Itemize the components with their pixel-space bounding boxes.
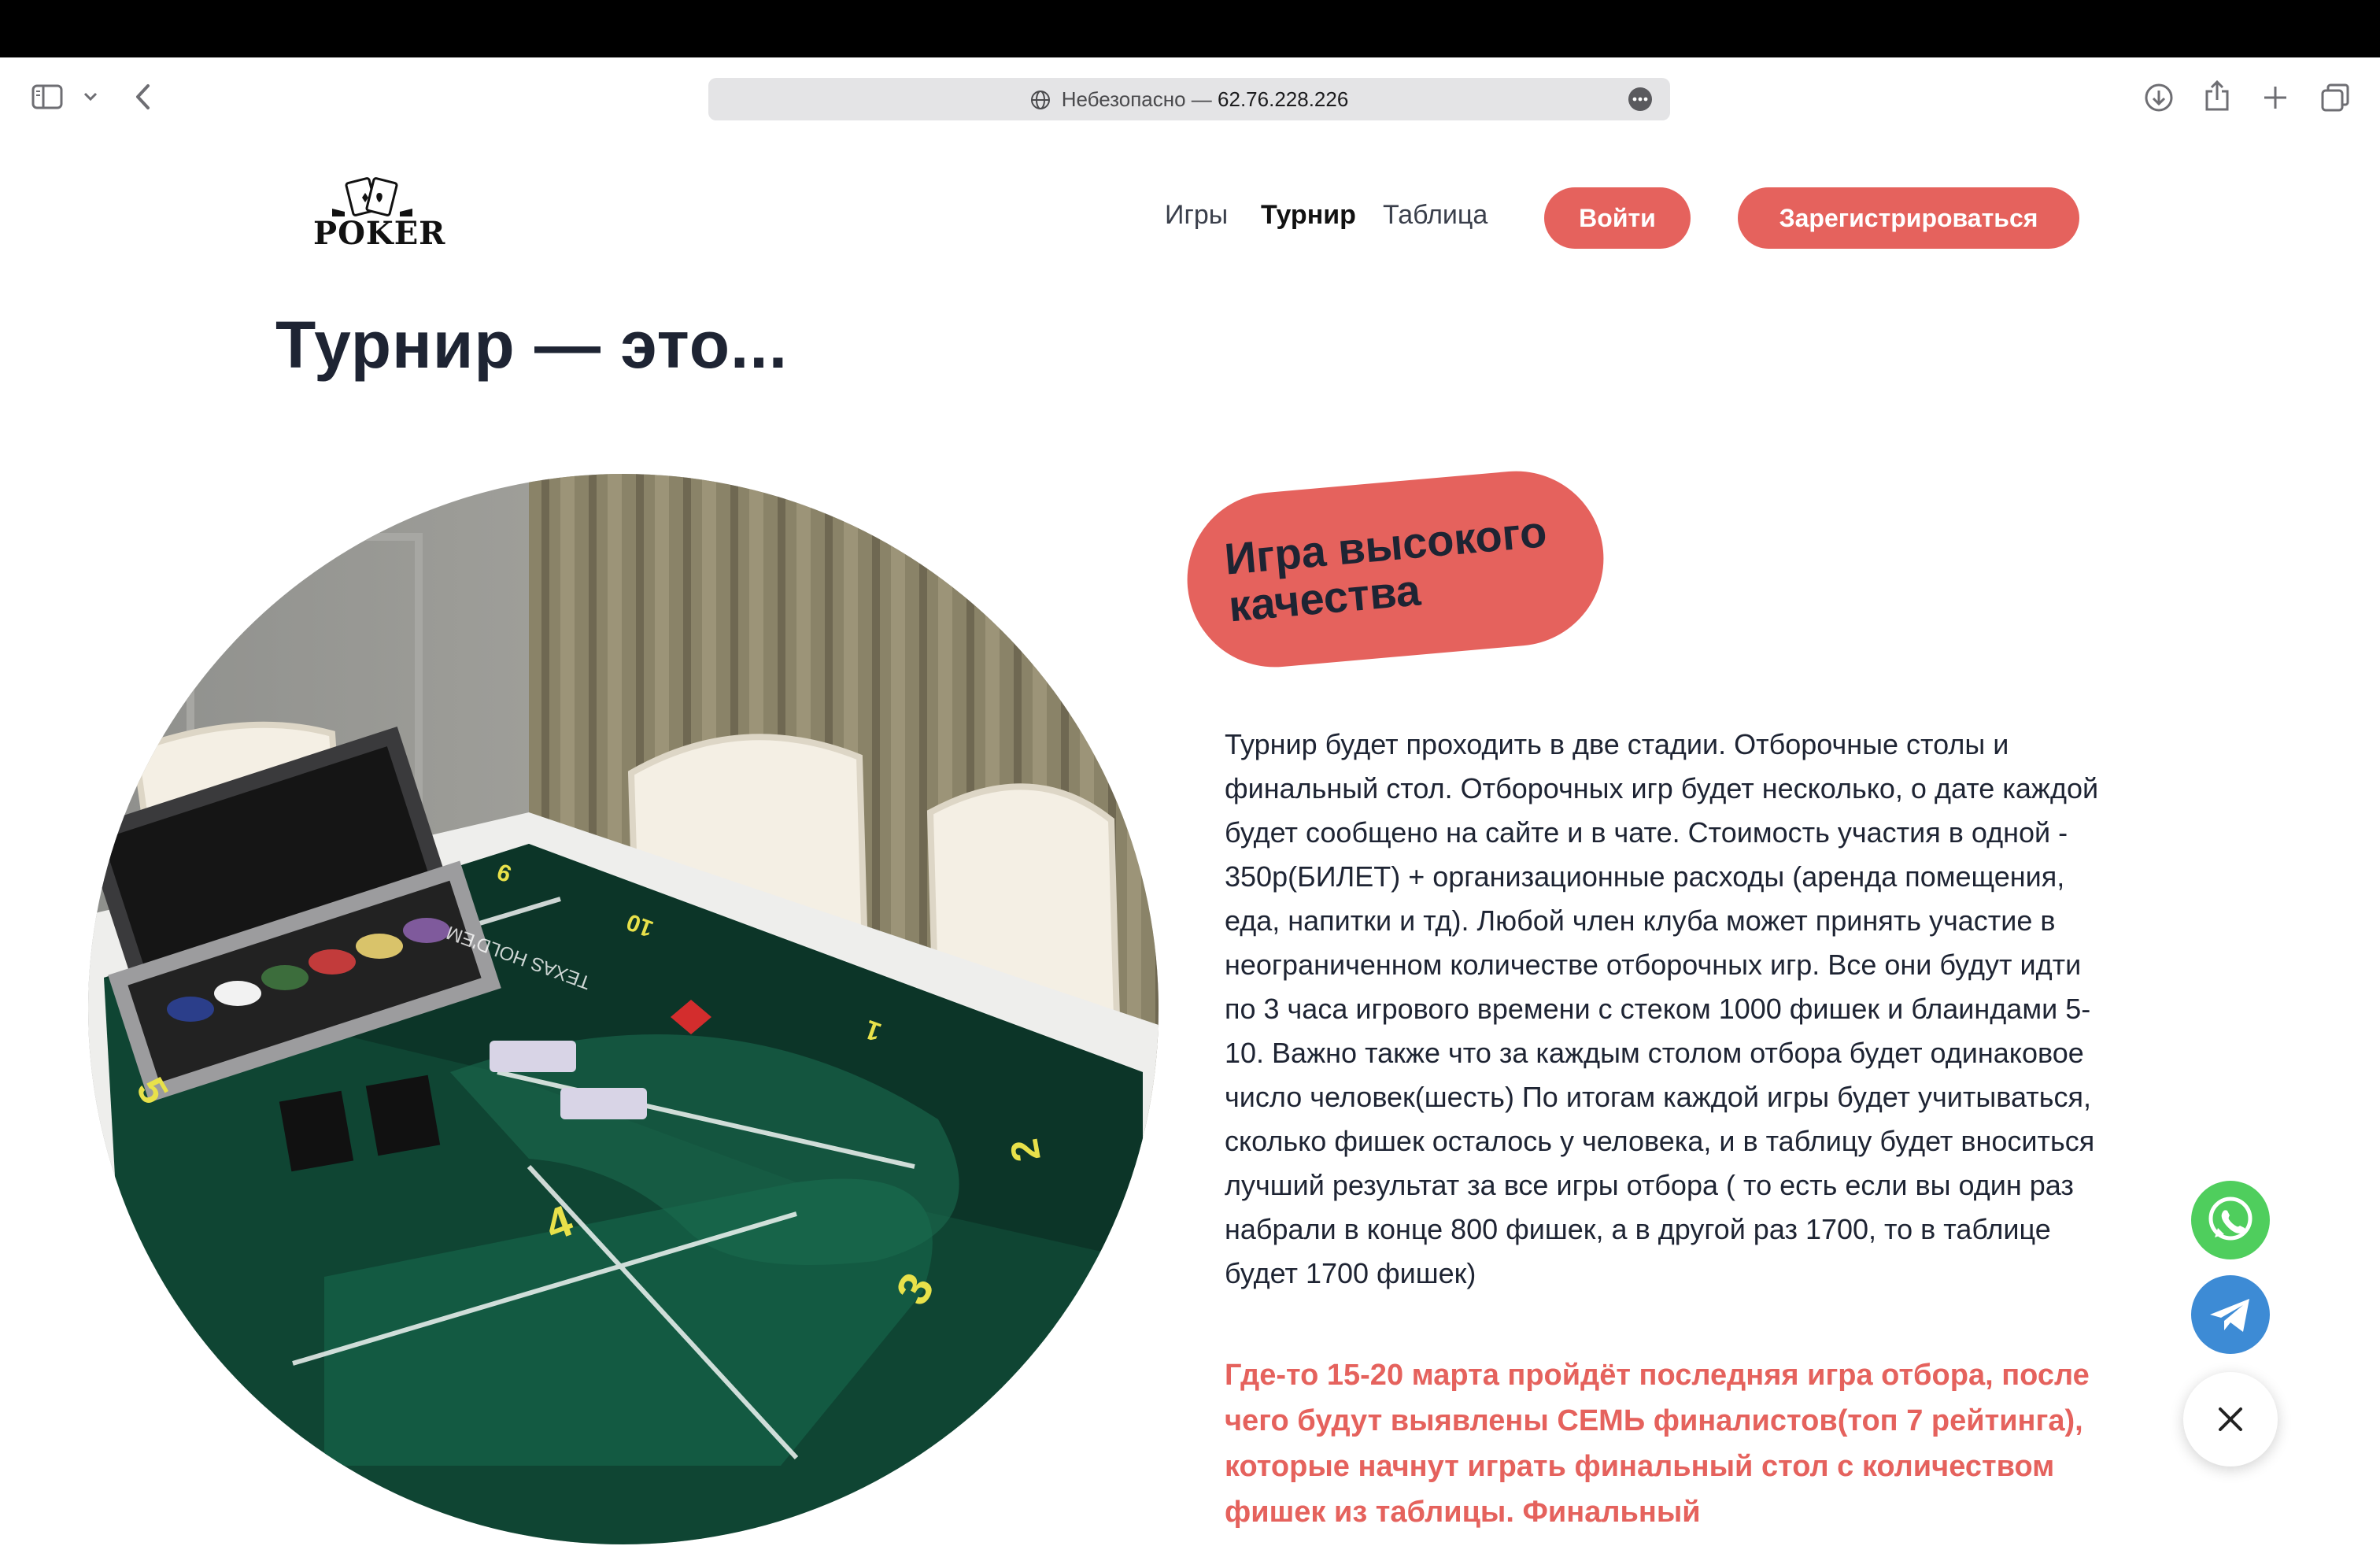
top-status-strip	[0, 0, 2380, 57]
url-host: 62.76.228.226	[1218, 87, 1349, 111]
share-icon[interactable]	[2204, 80, 2230, 113]
chevron-down-icon[interactable]	[83, 92, 98, 102]
back-icon[interactable]	[134, 83, 153, 111]
telegram-icon	[2210, 1299, 2249, 1332]
whatsapp-button[interactable]	[2191, 1181, 2270, 1259]
tabs-overview-icon[interactable]	[2320, 83, 2350, 113]
download-icon[interactable]	[2144, 83, 2174, 113]
security-label: Небезопасно —	[1061, 87, 1212, 111]
register-button[interactable]: Зарегистрироваться	[1738, 187, 2079, 249]
logo-text: POKER	[313, 215, 446, 252]
sidebar-icon[interactable]	[31, 84, 63, 109]
telegram-button[interactable]	[2191, 1275, 2270, 1354]
nav-table[interactable]: Таблица	[1383, 200, 1488, 231]
page-title: Турнир — это...	[275, 308, 789, 382]
site-logo[interactable]: POKER	[313, 177, 446, 253]
poker-table-photo: 9 10 1 2 3 4 5 TEXAS HOLD'EM	[88, 474, 1159, 1544]
tournament-highlight: Где-то 15-20 марта пройдёт последняя игр…	[1225, 1359, 2090, 1529]
more-icon[interactable]	[1628, 87, 1653, 112]
nav-games[interactable]: Игры	[1165, 200, 1228, 231]
globe-icon	[1030, 91, 1050, 109]
whatsapp-icon	[2208, 1196, 2252, 1241]
tournament-description: Турнир будет проходить в две стадии. Отб…	[1225, 728, 2099, 1289]
quality-badge: Игра высокого качества	[1180, 464, 1611, 675]
browser-toolbar: Небезопасно — 62.76.228.226	[0, 57, 2380, 141]
address-bar[interactable]: Небезопасно — 62.76.228.226	[708, 78, 1670, 120]
login-button[interactable]: Войти	[1544, 187, 1691, 249]
address-text: Небезопасно — 62.76.228.226	[708, 78, 1670, 120]
nav-tournament[interactable]: Турнир	[1261, 200, 1356, 231]
new-tab-icon[interactable]	[2262, 84, 2289, 111]
badge-text: Игра высокого качества	[1222, 506, 1549, 631]
close-icon	[2219, 1407, 2242, 1431]
close-widget-button[interactable]	[2183, 1372, 2278, 1466]
